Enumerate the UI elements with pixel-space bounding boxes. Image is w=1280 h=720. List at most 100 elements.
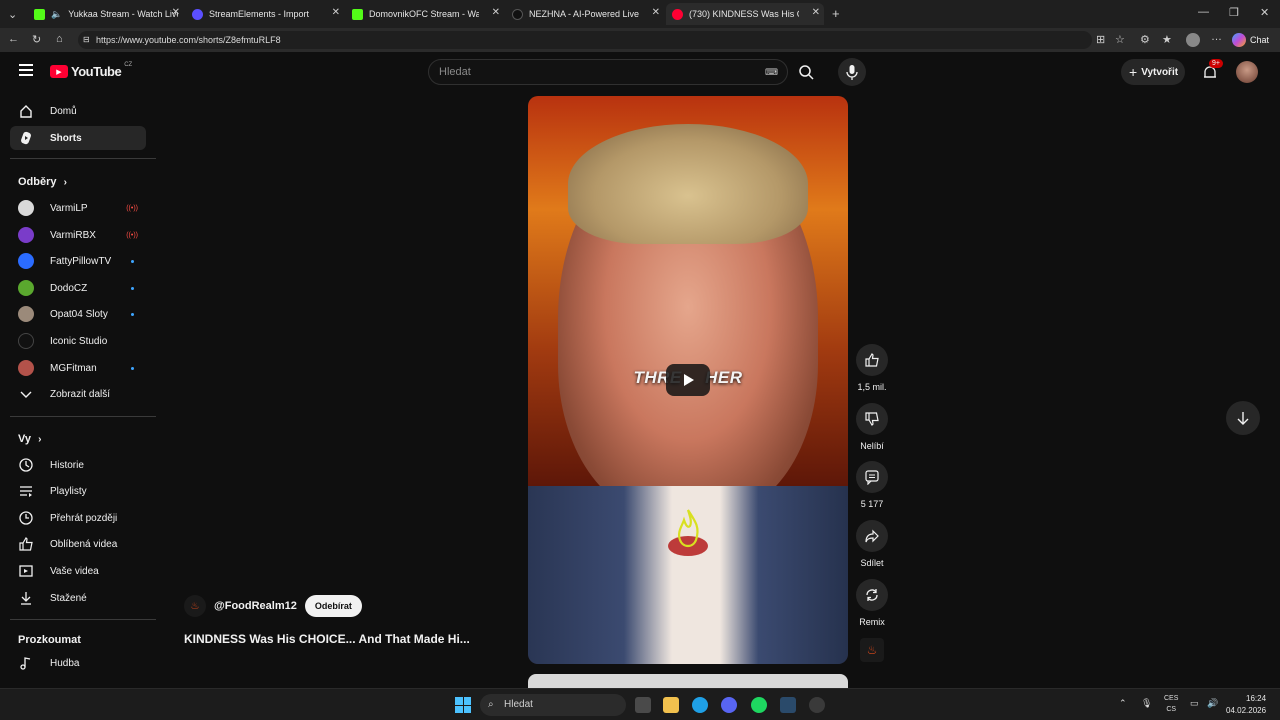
sidebar-item-home[interactable]: Domů xyxy=(10,99,146,123)
browser-tab-1[interactable]: 🔈 Yukkaa Stream - Watch Live o ✕ xyxy=(28,3,184,25)
system-clock[interactable]: 16:24 04.02.2026 xyxy=(1226,693,1266,717)
close-tab-icon[interactable]: ✕ xyxy=(172,7,180,18)
next-short-preview[interactable] xyxy=(528,674,848,688)
remix-button[interactable]: Remix xyxy=(856,579,888,627)
chevron-right-icon: › xyxy=(38,434,42,445)
close-window-icon[interactable]: ✕ xyxy=(1260,6,1269,19)
you-heading[interactable]: Vy › xyxy=(18,433,41,445)
tab-actions-icon[interactable]: ⌄ xyxy=(8,8,17,21)
close-tab-icon[interactable]: ✕ xyxy=(492,7,500,18)
channel-avatar[interactable]: ♨ xyxy=(184,595,206,617)
profile-avatar[interactable] xyxy=(1186,33,1200,47)
edge-browser-icon[interactable] xyxy=(692,697,708,713)
address-bar[interactable]: ⊟ https://www.youtube.com/shorts/Z8efmtu… xyxy=(78,31,1092,49)
sidebar-item-history[interactable]: Historie xyxy=(10,453,146,477)
more-menu-icon[interactable]: … xyxy=(1211,31,1222,43)
browser-tab-5[interactable]: (730) KINDNESS Was His CHOICE. ✕ xyxy=(666,3,824,25)
avatar xyxy=(18,306,34,322)
new-tab-icon[interactable]: + xyxy=(832,6,840,21)
back-icon[interactable]: ← xyxy=(8,33,19,45)
subscriptions-heading[interactable]: Odběry › xyxy=(18,176,67,188)
chevron-right-icon: › xyxy=(63,177,67,188)
sound-source-thumbnail[interactable]: ♨ xyxy=(860,638,884,662)
file-explorer-icon[interactable] xyxy=(663,697,679,713)
account-avatar[interactable] xyxy=(1236,61,1258,83)
spotify-icon[interactable] xyxy=(751,697,767,713)
tab-title: DomovnikOFC Stream - Watch Liv xyxy=(369,9,479,19)
sidebar-item-fattypillowtv[interactable]: FattyPillowTV xyxy=(10,249,146,273)
copilot-chat-button[interactable]: Chat xyxy=(1232,31,1269,49)
minimize-icon[interactable]: — xyxy=(1198,6,1209,18)
sidebar-item-shorts[interactable]: Shorts xyxy=(10,126,146,150)
hamburger-menu-icon[interactable] xyxy=(19,64,33,76)
favorites-icon[interactable]: ★ xyxy=(1162,33,1172,46)
sidebar-item-label: Shorts xyxy=(50,132,82,144)
subscribe-button[interactable]: Odebírat xyxy=(304,595,362,617)
sidebar-item-label: VarmiRBX xyxy=(50,229,96,241)
network-icon[interactable]: ▭ xyxy=(1190,698,1199,709)
speaker-icon[interactable]: 🔈 xyxy=(51,9,62,20)
sidebar-item-liked-videos[interactable]: Oblíbená videa xyxy=(10,532,146,556)
tray-overflow-icon[interactable]: ⌃ xyxy=(1119,698,1127,709)
play-button[interactable] xyxy=(666,364,710,396)
close-tab-icon[interactable]: ✕ xyxy=(812,7,820,18)
task-view-icon[interactable] xyxy=(635,697,651,713)
next-video-button[interactable] xyxy=(1226,401,1260,435)
sidebar-item-music[interactable]: Hudba xyxy=(10,651,146,675)
shorts-video-player[interactable]: THRE HER xyxy=(528,96,848,664)
like-button[interactable]: 1,5 mil. xyxy=(856,344,888,392)
windows-start-icon[interactable] xyxy=(455,697,471,713)
site-info-icon[interactable]: ⊟ xyxy=(83,31,90,49)
browser-tab-4[interactable]: NEZHNA - AI-Powered Live Strear ✕ xyxy=(506,3,664,25)
volume-icon[interactable]: 🔊 xyxy=(1207,698,1218,709)
create-button[interactable]: + Vytvořit xyxy=(1121,59,1185,85)
comments-button[interactable]: 5 177 xyxy=(856,461,888,509)
clock-time: 16:24 xyxy=(1246,694,1267,703)
sidebar-item-dodocz[interactable]: DodoCZ xyxy=(10,276,146,300)
new-content-dot xyxy=(131,259,134,263)
plus-icon: + xyxy=(1129,64,1138,80)
maximize-icon[interactable]: ❐ xyxy=(1229,6,1239,19)
close-tab-icon[interactable]: ✕ xyxy=(332,7,340,18)
channel-name[interactable]: @FoodRealm12 xyxy=(214,600,297,612)
browser-tab-3[interactable]: DomovnikOFC Stream - Watch Liv ✕ xyxy=(346,3,504,25)
sidebar-divider xyxy=(10,416,156,417)
language-indicator[interactable]: CES CS xyxy=(1164,693,1178,715)
video-title[interactable]: KINDNESS Was His CHOICE... And That Made… xyxy=(184,632,470,646)
search-input[interactable]: Hledat ⌨ xyxy=(428,59,788,85)
sidebar-item-iconic-studio[interactable]: Iconic Studio xyxy=(10,329,146,353)
search-button[interactable] xyxy=(790,59,822,85)
sidebar-item-varmirbx[interactable]: VarmiRBX ((•)) xyxy=(10,223,146,247)
sidebar-item-opat04-sloty[interactable]: Opat04 Sloty xyxy=(10,302,146,326)
voice-search-button[interactable] xyxy=(838,58,866,86)
avatar xyxy=(18,333,34,349)
sidebar-item-mgfitman[interactable]: MGFitman xyxy=(10,356,146,380)
app-available-icon[interactable]: ⊞ xyxy=(1096,33,1105,46)
sidebar-item-varmilp[interactable]: VarmiLP ((•)) xyxy=(10,196,146,220)
show-more-button[interactable]: Zobrazit další xyxy=(10,382,146,406)
keyboard-icon[interactable]: ⌨ xyxy=(765,60,778,84)
microphone-tray-icon[interactable]: 🎙 xyxy=(1141,698,1152,709)
discord-icon[interactable] xyxy=(721,697,737,713)
obs-icon[interactable] xyxy=(809,697,825,713)
close-tab-icon[interactable]: ✕ xyxy=(652,7,660,18)
home-icon[interactable]: ⌂ xyxy=(56,33,63,45)
kick-icon xyxy=(34,8,45,20)
taskbar-search[interactable]: ⌕ Hledat xyxy=(480,694,626,716)
sidebar-item-playlists[interactable]: Playlisty xyxy=(10,479,146,503)
favorite-star-icon[interactable]: ☆ xyxy=(1115,33,1125,46)
browser-tab-2[interactable]: StreamElements - Import ✕ xyxy=(186,3,344,25)
dislike-button[interactable]: Nelíbí xyxy=(856,403,888,451)
microphone-icon xyxy=(846,65,858,80)
refresh-icon[interactable]: ↻ xyxy=(32,33,41,46)
shorts-icon xyxy=(18,130,34,146)
share-button[interactable]: Sdílet xyxy=(856,520,888,568)
extensions-icon[interactable]: ⚙ xyxy=(1140,33,1150,46)
sidebar-item-downloads[interactable]: Stažené xyxy=(10,586,146,610)
sidebar-item-watch-later[interactable]: Přehrát později xyxy=(10,506,146,530)
sidebar-item-your-videos[interactable]: Vaše videa xyxy=(10,559,146,583)
notifications-button[interactable]: 9+ xyxy=(1200,59,1223,82)
steam-icon[interactable] xyxy=(780,697,796,713)
youtube-logo[interactable]: ▶ YouTube CZ xyxy=(50,62,132,79)
url-text: https://www.youtube.com/shorts/Z8efmtuRL… xyxy=(96,35,281,45)
